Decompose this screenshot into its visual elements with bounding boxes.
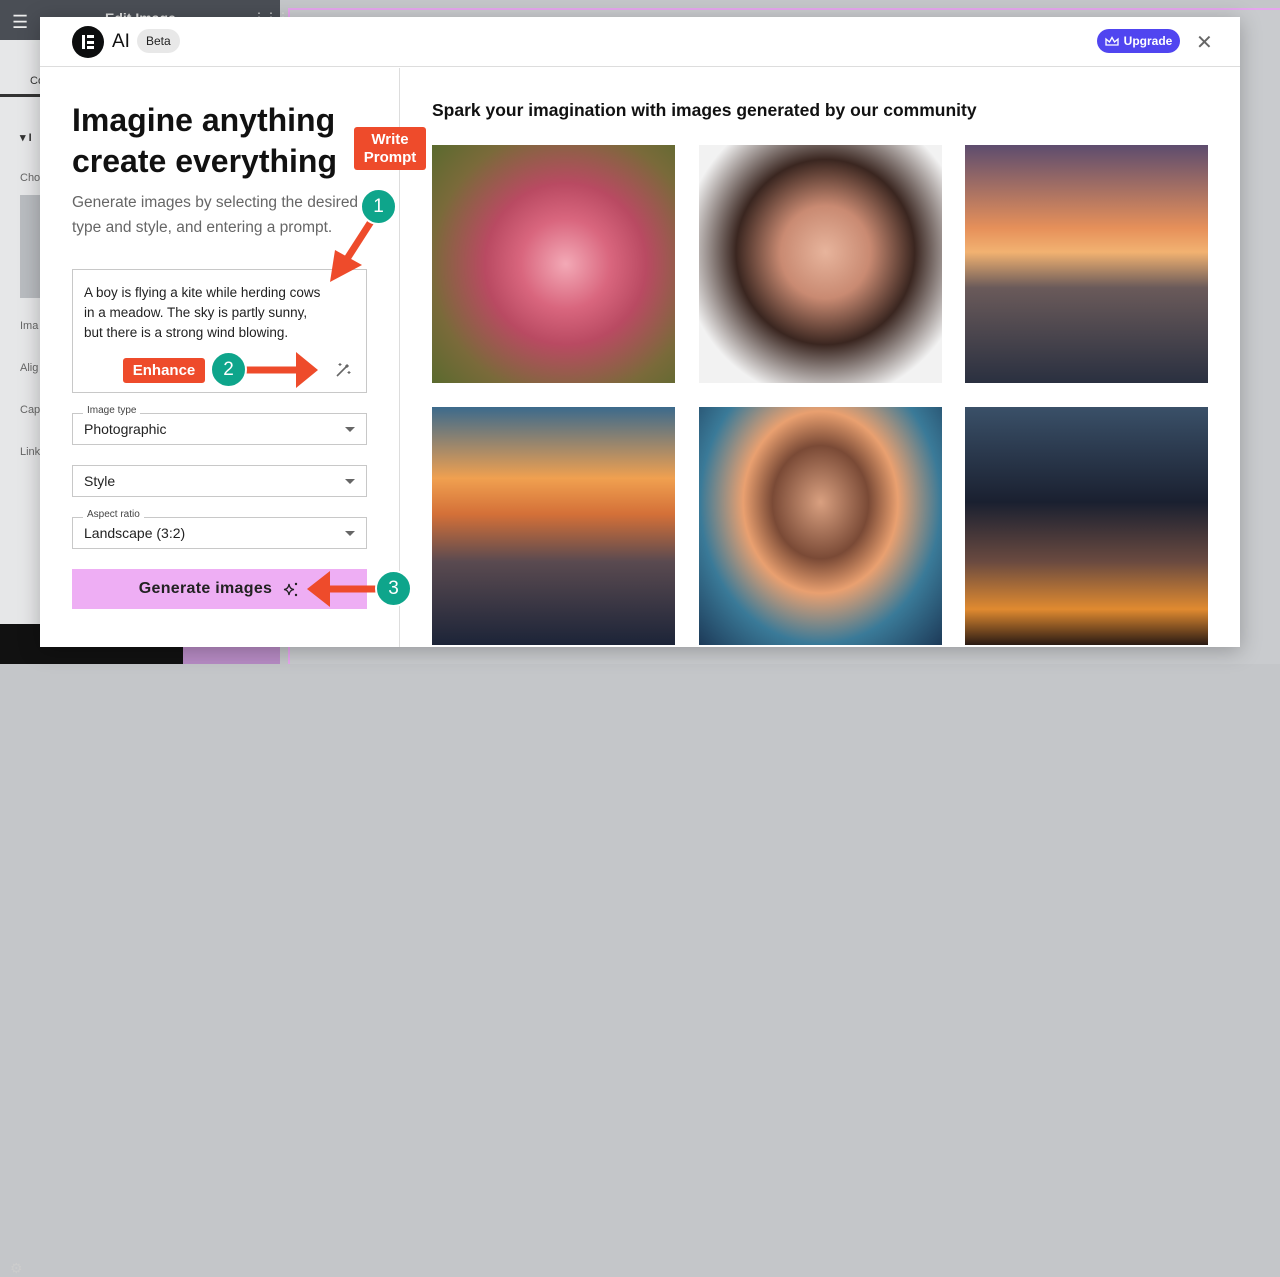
enhance-wand-icon[interactable] bbox=[334, 361, 352, 383]
menu-icon[interactable]: ☰ bbox=[12, 12, 28, 33]
image-type-select[interactable]: Image type Photographic bbox=[72, 405, 367, 445]
editor-section[interactable]: ▾ I bbox=[20, 131, 32, 144]
chevron-down-icon bbox=[345, 427, 355, 432]
style-value: Style bbox=[84, 473, 116, 489]
section-label: I bbox=[28, 132, 32, 144]
editor-label: Link bbox=[20, 446, 41, 458]
crown-icon bbox=[1105, 35, 1119, 46]
image-thumb bbox=[20, 195, 40, 298]
image-type-label: Image type bbox=[83, 405, 141, 416]
page-subtitle: Generate images by selecting the desired… bbox=[72, 194, 359, 236]
step-3-badge: 3 bbox=[375, 570, 412, 607]
style-select[interactable]: Style bbox=[72, 465, 367, 497]
write-prompt-callout: Write Prompt bbox=[354, 127, 426, 170]
step-2-badge: 2 bbox=[210, 351, 247, 388]
aspect-ratio-label: Aspect ratio bbox=[83, 509, 144, 520]
gallery-image-city[interactable] bbox=[965, 407, 1208, 645]
upgrade-button[interactable]: Upgrade bbox=[1097, 29, 1180, 53]
chevron-down-icon bbox=[345, 531, 355, 536]
editor-label: Alig bbox=[20, 362, 39, 374]
aspect-ratio-select[interactable]: Aspect ratio Landscape (3:2) bbox=[72, 509, 367, 549]
chevron-down-icon bbox=[345, 479, 355, 484]
tab-indicator bbox=[0, 94, 40, 97]
gallery-title: Spark your imagination with images gener… bbox=[432, 100, 977, 120]
gallery-image-woman[interactable] bbox=[699, 145, 942, 383]
editor-label: Ima bbox=[20, 320, 39, 332]
enhance-callout: Enhance bbox=[123, 358, 205, 383]
gallery-image-rose[interactable] bbox=[432, 145, 675, 383]
generate-images-button[interactable]: Generate images bbox=[72, 569, 367, 609]
editor-label: Cap bbox=[20, 404, 41, 416]
step-1-badge: 1 bbox=[360, 188, 397, 225]
upgrade-label: Upgrade bbox=[1123, 34, 1173, 48]
close-icon[interactable]: ✕ bbox=[1196, 30, 1213, 55]
modal-header: AI Beta Upgrade ✕ bbox=[40, 17, 1240, 67]
gear-icon[interactable]: ⚙ bbox=[10, 1260, 23, 1277]
image-type-value: Photographic bbox=[84, 421, 167, 437]
gallery-image-mountains[interactable] bbox=[432, 407, 675, 645]
community-gallery: Spark your imagination with images gener… bbox=[400, 68, 1240, 647]
sparkles-icon bbox=[284, 582, 298, 597]
generate-label: Generate images bbox=[138, 580, 273, 597]
page-title: Imagine anything create everything bbox=[72, 102, 338, 179]
elementor-logo bbox=[72, 26, 104, 58]
gallery-image-old-man[interactable] bbox=[965, 145, 1208, 383]
ai-modal: AI Beta Upgrade ✕ Imagine anything creat… bbox=[40, 17, 1240, 647]
editor-label: Cho bbox=[20, 172, 41, 184]
beta-badge: Beta bbox=[137, 29, 180, 53]
brand-label: AI bbox=[112, 31, 130, 52]
gallery-image-young-man[interactable] bbox=[699, 407, 942, 645]
aspect-ratio-value: Landscape (3:2) bbox=[84, 525, 186, 541]
